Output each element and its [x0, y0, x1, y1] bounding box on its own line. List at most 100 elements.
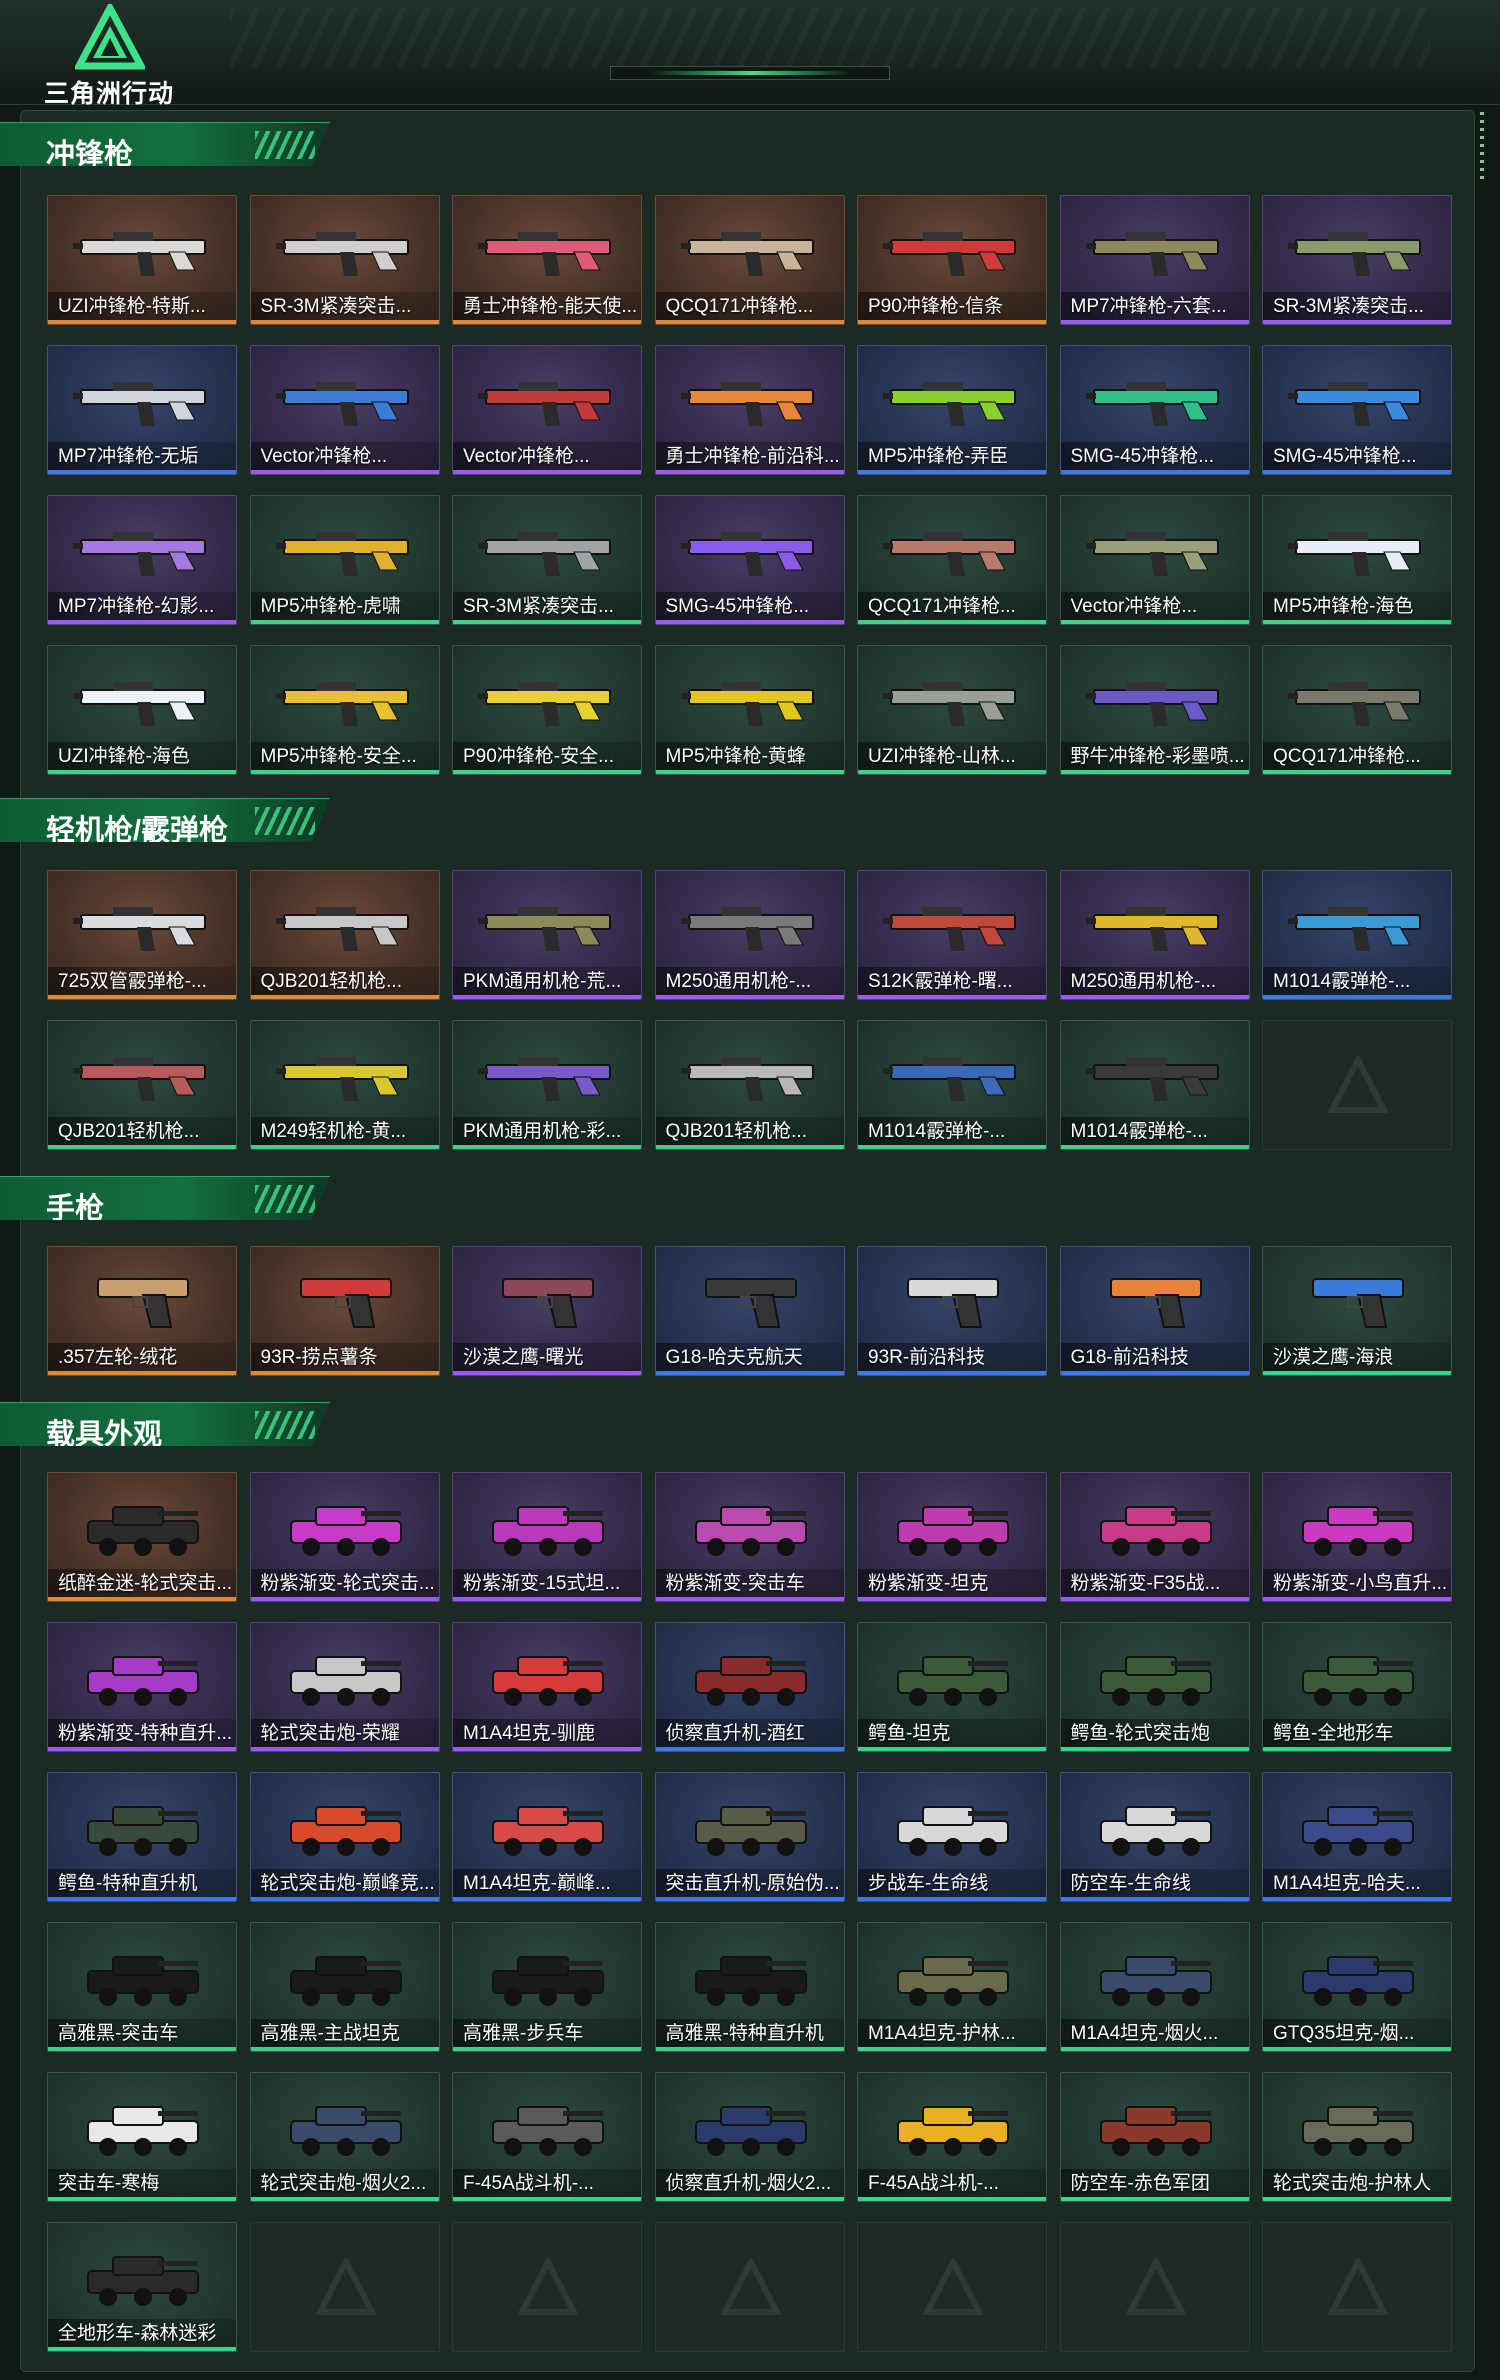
item-card[interactable]: 粉紫渐变-F35战...: [1059, 1472, 1250, 1602]
item-card[interactable]: QCQ171冲锋枪...: [857, 495, 1047, 625]
item-card[interactable]: 粉紫渐变-突击车: [654, 1472, 845, 1602]
delta-triangle-placeholder-icon: [923, 2258, 983, 2315]
item-card[interactable]: 防空车-生命线: [1059, 1772, 1250, 1902]
item-card[interactable]: MP7冲锋枪-六套...: [1059, 195, 1250, 325]
item-card[interactable]: 沙漠之鹰-曙光: [452, 1246, 642, 1376]
vehicle-skin-icon: [681, 1791, 821, 1861]
item-card[interactable]: 勇士冲锋枪-能天使...: [452, 195, 642, 325]
item-card[interactable]: 高雅黑-主战坦克: [249, 1922, 440, 2052]
item-card[interactable]: SMG-45冲锋枪...: [1059, 345, 1250, 475]
item-card[interactable]: MP7冲锋枪-幻影...: [47, 495, 237, 625]
item-card[interactable]: MP5冲锋枪-虎啸: [249, 495, 440, 625]
item-card[interactable]: MP5冲锋枪-海色: [1262, 495, 1452, 625]
item-card[interactable]: G18-前沿科技: [1059, 1246, 1250, 1376]
item-card[interactable]: M1014霰弹枪-...: [1262, 870, 1452, 1000]
item-name: 粉紫渐变-坦克: [868, 1573, 989, 1594]
item-card[interactable]: F-45A战斗机-...: [857, 2072, 1047, 2202]
item-card[interactable]: 突击车-寒梅: [47, 2072, 237, 2202]
item-card[interactable]: M249轻机枪-黄...: [249, 1020, 440, 1150]
item-card[interactable]: M1A4坦克-哈夫...: [1262, 1772, 1452, 1902]
item-card[interactable]: GTQ35坦克-烟...: [1262, 1922, 1452, 2052]
item-card[interactable]: 粉紫渐变-轮式突击...: [249, 1472, 440, 1602]
item-card[interactable]: M1014霰弹枪-...: [857, 1020, 1047, 1150]
item-card[interactable]: 轮式突击炮-烟火2...: [249, 2072, 440, 2202]
item-card[interactable]: 粉紫渐变-小鸟直升...: [1262, 1472, 1452, 1602]
item-card[interactable]: 轮式突击炮-巅峰竞...: [249, 1772, 440, 1902]
item-card[interactable]: MP5冲锋枪-弄臣: [857, 345, 1047, 475]
item-card[interactable]: UZI冲锋枪-山林...: [857, 645, 1047, 775]
item-name: 高雅黑-突击车: [58, 2023, 179, 2044]
item-card[interactable]: 高雅黑-突击车: [47, 1922, 237, 2052]
item-card[interactable]: M1A4坦克-护林...: [857, 1922, 1047, 2052]
item-card[interactable]: G18-哈夫克航天: [654, 1246, 845, 1376]
item-card[interactable]: UZI冲锋枪-特斯...: [47, 195, 237, 325]
item-card[interactable]: 粉紫渐变-15式坦...: [452, 1472, 642, 1602]
item-card[interactable]: 全地形车-森林迷彩: [47, 2222, 237, 2352]
item-card[interactable]: 鳄鱼-轮式突击炮: [1059, 1622, 1250, 1752]
item-card[interactable]: 鳄鱼-特种直升机: [47, 1772, 237, 1902]
item-card[interactable]: SR-3M紧凑突击...: [452, 495, 642, 625]
item-card[interactable]: 侦察直升机-烟火2...: [654, 2072, 845, 2202]
item-card[interactable]: SR-3M紧凑突击...: [249, 195, 440, 325]
item-card[interactable]: 沙漠之鹰-海浪: [1262, 1246, 1452, 1376]
item-card[interactable]: MP5冲锋枪-安全...: [249, 645, 440, 775]
section-header-1: 轻机枪/霰弹枪: [0, 798, 330, 842]
rarity-bar: [48, 1371, 236, 1375]
gun-skin-icon: [275, 514, 416, 584]
item-card[interactable]: 野牛冲锋枪-彩墨喷...: [1059, 645, 1250, 775]
item-card[interactable]: P90冲锋枪-安全...: [452, 645, 642, 775]
item-card[interactable]: F-45A战斗机-...: [452, 2072, 642, 2202]
item-card[interactable]: M1A4坦克-烟火...: [1059, 1922, 1250, 2052]
item-card[interactable]: Vector冲锋枪...: [1059, 495, 1250, 625]
item-card[interactable]: 粉紫渐变-坦克: [857, 1472, 1047, 1602]
item-card[interactable]: Vector冲锋枪...: [249, 345, 440, 475]
item-card[interactable]: PKM通用机枪-荒...: [452, 870, 642, 1000]
item-card[interactable]: QCQ171冲锋枪...: [654, 195, 845, 325]
item-card[interactable]: M1A4坦克-巅峰...: [452, 1772, 642, 1902]
item-card[interactable]: 93R-捞点薯条: [249, 1246, 440, 1376]
item-card[interactable]: M1A4坦克-驯鹿: [452, 1622, 642, 1752]
item-card[interactable]: 高雅黑-步兵车: [452, 1922, 642, 2052]
item-name: 高雅黑-主战坦克: [260, 2023, 400, 2044]
item-card[interactable]: 突击直升机-原始伪...: [654, 1772, 845, 1902]
item-card[interactable]: SMG-45冲锋枪...: [1262, 345, 1452, 475]
item-card[interactable]: 侦察直升机-酒红: [654, 1622, 845, 1752]
item-card[interactable]: 粉紫渐变-特种直升...: [47, 1622, 237, 1752]
item-card[interactable]: M250通用机枪-...: [1059, 870, 1250, 1000]
item-card[interactable]: 防空车-赤色军团: [1059, 2072, 1250, 2202]
item-card[interactable]: 勇士冲锋枪-前沿科...: [654, 345, 845, 475]
rarity-bar: [655, 470, 844, 474]
item-card[interactable]: 步战车-生命线: [857, 1772, 1047, 1902]
item-card[interactable]: MP7冲锋枪-无垢: [47, 345, 237, 475]
item-card[interactable]: M1014霰弹枪-...: [1059, 1020, 1250, 1150]
item-card[interactable]: 轮式突击炮-护林人: [1262, 2072, 1452, 2202]
item-card[interactable]: QJB201轻机枪...: [654, 1020, 845, 1150]
item-name: G18-哈夫克航天: [665, 1347, 803, 1368]
vehicle-skin-icon: [73, 2091, 213, 2161]
item-card[interactable]: 鳄鱼-全地形车: [1262, 1622, 1452, 1752]
item-card[interactable]: UZI冲锋枪-海色: [47, 645, 237, 775]
gun-skin-icon: [680, 364, 821, 434]
item-card[interactable]: 93R-前沿科技: [857, 1246, 1047, 1376]
item-card[interactable]: 高雅黑-特种直升机: [654, 1922, 845, 2052]
item-card[interactable]: PKM通用机枪-彩...: [452, 1020, 642, 1150]
rarity-bar: [250, 470, 439, 474]
scrollbar-handle[interactable]: [1480, 112, 1484, 182]
item-card[interactable]: Vector冲锋枪...: [452, 345, 642, 475]
item-card[interactable]: M250通用机枪-...: [654, 870, 845, 1000]
rarity-bar: [1060, 320, 1249, 324]
item-card[interactable]: MP5冲锋枪-黄蜂: [654, 645, 845, 775]
item-card[interactable]: S12K霰弹枪-曙...: [857, 870, 1047, 1000]
item-card[interactable]: .357左轮-绒花: [47, 1246, 237, 1376]
empty-slot: [857, 2222, 1047, 2352]
item-card[interactable]: QJB201轻机枪...: [47, 1020, 237, 1150]
item-card[interactable]: 轮式突击炮-荣耀: [249, 1622, 440, 1752]
item-card[interactable]: 鳄鱼-坦克: [857, 1622, 1047, 1752]
item-card[interactable]: SR-3M紧凑突击...: [1262, 195, 1452, 325]
item-card[interactable]: QCQ171冲锋枪...: [1262, 645, 1452, 775]
item-card[interactable]: QJB201轻机枪...: [249, 870, 440, 1000]
item-card[interactable]: SMG-45冲锋枪...: [654, 495, 845, 625]
item-card[interactable]: 725双管霰弹枪-...: [47, 870, 237, 1000]
item-card[interactable]: 纸醉金迷-轮式突击...: [47, 1472, 237, 1602]
item-card[interactable]: P90冲锋枪-信条: [857, 195, 1047, 325]
